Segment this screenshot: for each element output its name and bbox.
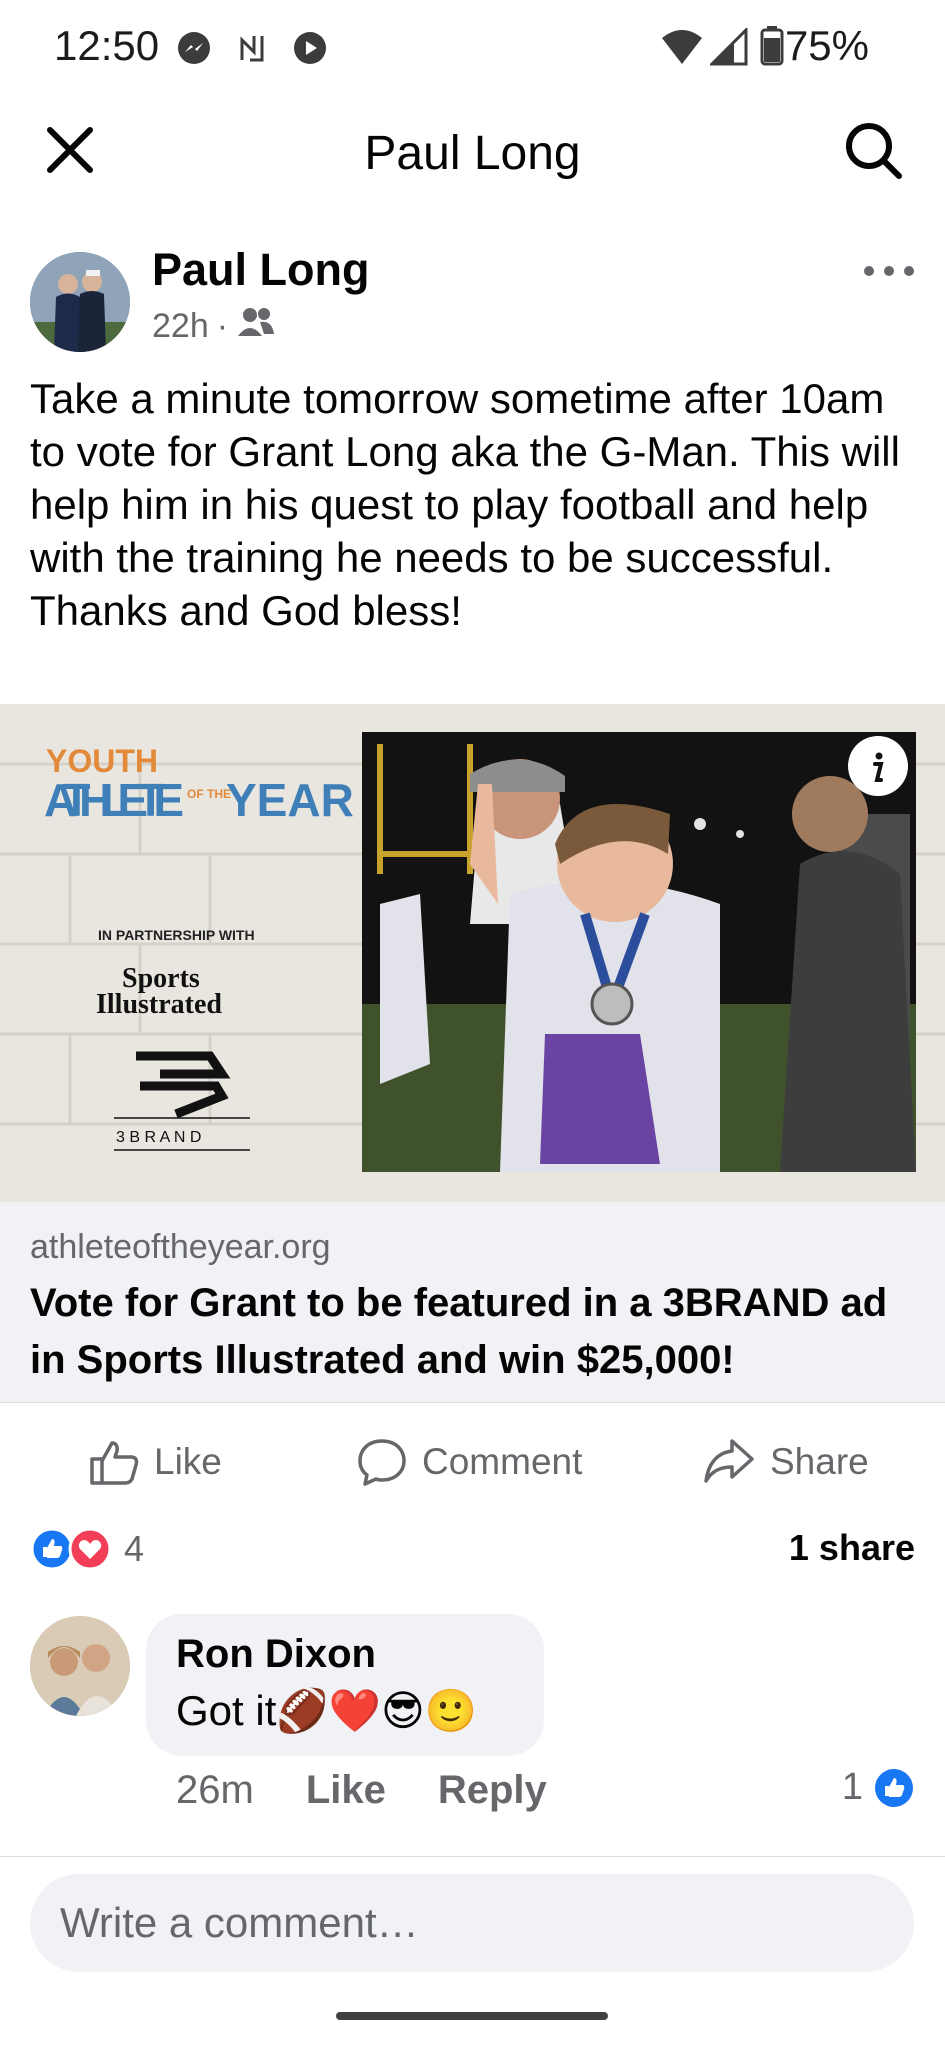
commenter-avatar[interactable] xyxy=(30,1616,130,1716)
battery-percentage: 75% xyxy=(784,22,869,69)
comment-author[interactable]: Ron Dixon xyxy=(176,1632,376,1677)
banner-si-line2: Illustrated xyxy=(96,989,222,1020)
home-indicator[interactable] xyxy=(336,2012,608,2020)
share-button[interactable]: Share xyxy=(702,1437,869,1487)
battery-icon xyxy=(760,26,784,71)
link-title[interactable]: Vote for Grant to be featured in a 3BRAN… xyxy=(30,1275,920,1389)
comment-text: Got it🏈❤️😎🙂 xyxy=(176,1686,477,1736)
reaction-count: 4 xyxy=(124,1528,145,1569)
meta-separator: · xyxy=(216,307,229,345)
search-icon xyxy=(846,123,902,179)
banner-athlete: ATHLETE xyxy=(44,774,184,826)
comment-reply-button[interactable]: Reply xyxy=(438,1768,547,1813)
wifi-icon xyxy=(660,28,704,71)
banner-brand: 3 B R A N D xyxy=(116,1129,201,1146)
like-button[interactable]: Like xyxy=(88,1437,222,1487)
link-preview-image[interactable]: YOUTH ATHLETE OF THE YEAR IN PARTNERSHIP… xyxy=(0,704,945,1202)
more-icon xyxy=(864,266,914,276)
comment-text-content: Got it xyxy=(176,1687,277,1734)
banner-year: YEAR xyxy=(226,774,354,826)
top-bar: Paul Long xyxy=(0,96,945,206)
share-label: Share xyxy=(770,1441,869,1482)
info-icon xyxy=(873,752,884,782)
post-text: Take a minute tomorrow sometime after 10… xyxy=(30,375,900,634)
like-reaction-icon xyxy=(875,1768,913,1807)
post-author[interactable]: Paul Long xyxy=(152,244,370,296)
comment-time: 26m xyxy=(176,1768,254,1812)
info-button[interactable] xyxy=(848,736,908,796)
comment-likes[interactable]: 1 xyxy=(842,1766,915,1809)
athlete-photo xyxy=(362,732,916,1172)
share-count[interactable]: 1 share xyxy=(789,1527,915,1569)
more-options-button[interactable] xyxy=(859,256,919,286)
status-time: 12:50 xyxy=(54,22,160,69)
comment-icon xyxy=(358,1439,406,1486)
record-icon xyxy=(292,30,328,71)
comment-input-placeholder: Write a comment… xyxy=(60,1899,419,1946)
messenger-icon xyxy=(176,30,212,71)
divider xyxy=(0,1856,945,1857)
signal-icon xyxy=(708,26,748,71)
reactions-summary[interactable]: 4 xyxy=(30,1525,144,1573)
nfc-icon xyxy=(234,30,270,71)
comment-label: Comment xyxy=(422,1441,583,1482)
comment-meta: 26m Like Reply xyxy=(176,1768,547,1813)
reaction-icons xyxy=(30,1527,112,1571)
post-meta: 22h · xyxy=(152,306,276,347)
status-bar: 12:50 75% xyxy=(0,0,945,96)
comment-button[interactable]: Comment xyxy=(356,1437,582,1487)
link-domain: athleteoftheyear.org xyxy=(30,1228,331,1266)
comment-emojis: 🏈❤️😎🙂 xyxy=(276,1687,478,1734)
like-icon xyxy=(90,1441,139,1485)
banner-partnership: IN PARTNERSHIP WITH xyxy=(98,927,255,943)
comment-like-count: 1 xyxy=(841,1766,863,1808)
like-label: Like xyxy=(154,1441,222,1482)
page-title: Paul Long xyxy=(364,127,581,180)
author-avatar[interactable] xyxy=(30,252,130,352)
post-actions: Like Comment Share xyxy=(0,1402,945,1521)
banner-of-the: OF THE xyxy=(187,787,231,801)
search-button[interactable] xyxy=(841,118,905,182)
post-time[interactable]: 22h xyxy=(152,307,209,346)
share-icon xyxy=(704,1439,754,1483)
comment-like-button[interactable]: Like xyxy=(306,1768,386,1813)
friends-icon xyxy=(236,306,276,347)
